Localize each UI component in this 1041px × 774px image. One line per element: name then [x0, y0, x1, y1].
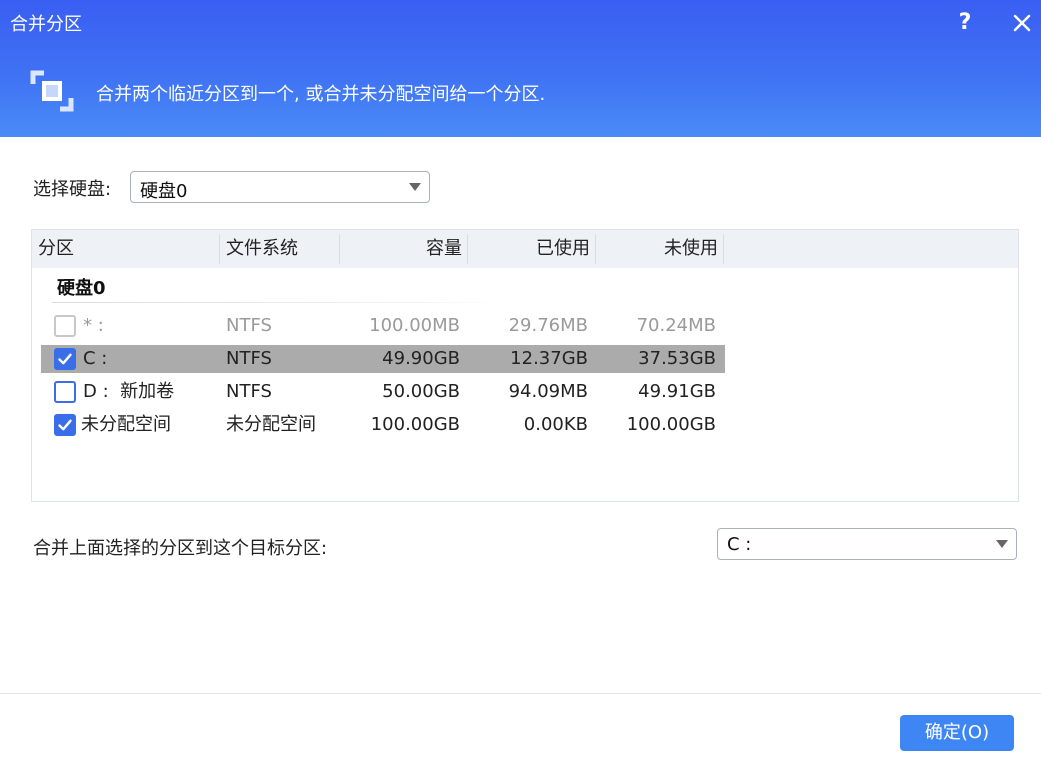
window-title: 合并分区	[10, 14, 82, 35]
disk-select[interactable]: 硬盘0	[130, 171, 430, 203]
disk-group-title: 硬盘0	[57, 278, 106, 299]
help-button[interactable]: ?	[951, 8, 979, 38]
partition-name: * :	[83, 315, 104, 336]
target-partition-select[interactable]: C :	[717, 528, 1017, 560]
column-header-unused[interactable]: 未使用	[596, 230, 718, 268]
partition-checkbox[interactable]	[54, 348, 76, 370]
partition-name: C :	[83, 348, 108, 369]
partition-checkbox[interactable]	[54, 381, 76, 403]
partition-name: 未分配空间	[81, 414, 171, 435]
group-divider	[52, 302, 500, 303]
column-header-used[interactable]: 已使用	[468, 230, 590, 268]
partition-capacity: 100.00MB	[369, 315, 460, 336]
table-row: * : NTFS 100.00MB 29.76MB 70.24MB	[41, 312, 725, 340]
partition-used: 12.37GB	[510, 348, 588, 369]
disk-select-label: 选择硬盘:	[33, 179, 112, 200]
partition-filesystem: 未分配空间	[226, 414, 316, 435]
partition-filesystem: NTFS	[226, 381, 272, 402]
partition-capacity: 50.00GB	[382, 381, 460, 402]
header-description: 合并两个临近分区到一个, 或合并未分配空间给一个分区.	[96, 84, 546, 105]
column-header-filesystem[interactable]: 文件系统	[226, 230, 298, 268]
table-row[interactable]: D : 新加卷 NTFS 50.00GB 94.09MB 49.91GB	[41, 378, 725, 406]
ok-button[interactable]: 确定(O)	[900, 715, 1014, 751]
disk-select-value: 硬盘0	[140, 181, 188, 202]
dropdown-arrow-icon	[409, 183, 421, 191]
partition-used: 0.00KB	[523, 414, 588, 435]
target-partition-value: C :	[727, 534, 752, 555]
partition-unused: 70.24MB	[636, 315, 716, 336]
close-button[interactable]	[1007, 8, 1037, 38]
partition-unused: 49.91GB	[638, 381, 716, 402]
partition-checkbox[interactable]	[54, 414, 76, 436]
partition-filesystem: NTFS	[226, 315, 272, 336]
column-divider	[219, 234, 220, 264]
footer-divider	[0, 693, 1041, 694]
close-icon	[1013, 14, 1031, 32]
table-header: 分区 文件系统 容量 已使用 未使用	[32, 230, 1018, 268]
target-partition-label: 合并上面选择的分区到这个目标分区:	[33, 538, 328, 559]
partition-checkbox	[54, 315, 76, 337]
partition-used: 94.09MB	[508, 381, 588, 402]
partition-capacity: 49.90GB	[382, 348, 460, 369]
column-header-partition[interactable]: 分区	[38, 230, 74, 268]
checkmark-icon	[58, 353, 72, 365]
checkmark-icon	[58, 419, 72, 431]
column-header-capacity[interactable]: 容量	[340, 230, 462, 268]
table-row[interactable]: C : NTFS 49.90GB 12.37GB 37.53GB	[41, 345, 725, 373]
partition-used: 29.76MB	[508, 315, 588, 336]
dropdown-arrow-icon	[996, 540, 1008, 548]
partition-unused: 37.53GB	[638, 348, 716, 369]
column-divider	[723, 234, 724, 264]
partition-unused: 100.00GB	[626, 414, 716, 435]
dialog-header: 合并分区 ? 合并两个临近分区到一个, 或合并未分配空间给一个分区.	[0, 0, 1041, 137]
partition-filesystem: NTFS	[226, 348, 272, 369]
table-row[interactable]: 未分配空间 未分配空间 100.00GB 0.00KB 100.00GB	[41, 411, 725, 439]
partition-name: D : 新加卷	[83, 381, 175, 402]
merge-partition-icon	[30, 70, 74, 112]
partition-capacity: 100.00GB	[370, 414, 460, 435]
